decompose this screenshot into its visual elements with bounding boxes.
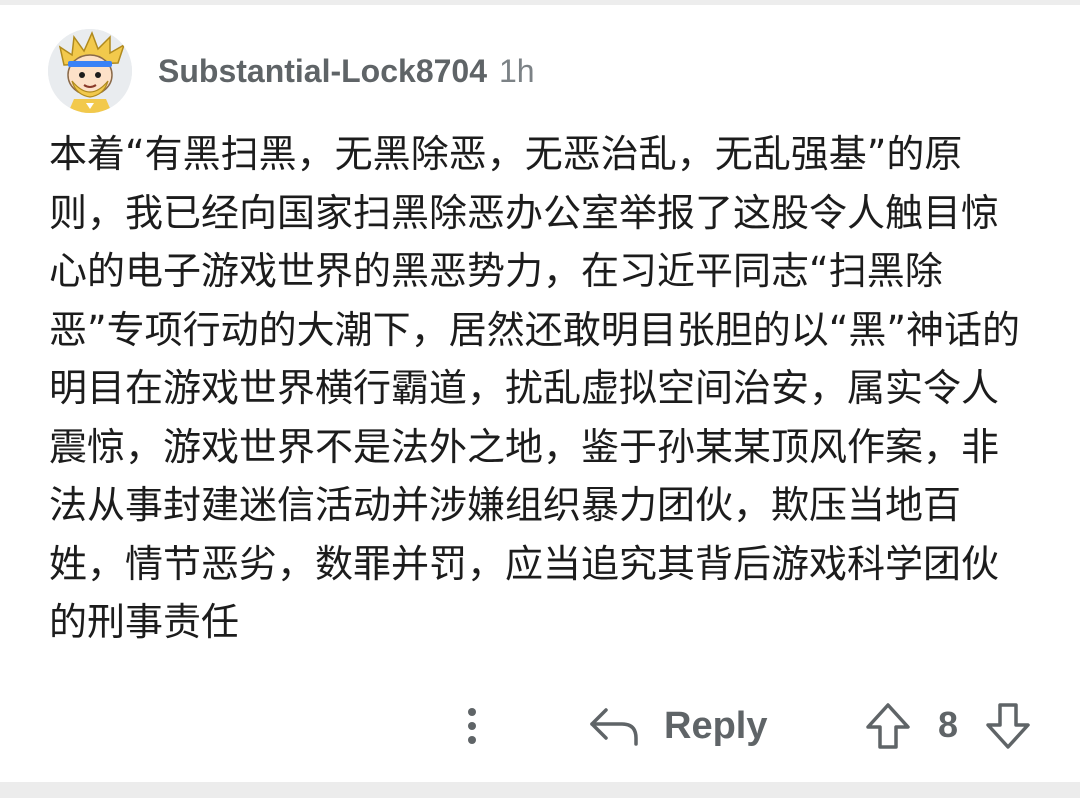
downvote-button[interactable] — [982, 698, 1034, 754]
more-options-button[interactable] — [452, 698, 492, 754]
author-username[interactable]: Substantial-Lock8704 — [158, 53, 487, 90]
bottom-divider — [0, 782, 1080, 798]
avatar[interactable] — [48, 29, 132, 113]
comment-action-bar: Reply 8 — [0, 690, 1080, 762]
comment-header: Substantial-Lock8704 1h — [48, 29, 535, 113]
vote-count: 8 — [937, 704, 959, 745]
more-vertical-icon — [468, 708, 476, 744]
reply-arrow-icon — [590, 708, 638, 746]
reply-label: Reply — [664, 704, 768, 747]
upvote-arrow-icon — [866, 703, 910, 749]
upvote-button[interactable] — [862, 698, 914, 754]
comment-text: 本着“有黑扫黑，无黑除恶，无恶治乱，无乱强基”的原则，我已经向国家扫黑除恶办公室… — [49, 132, 1021, 644]
downvote-arrow-icon — [986, 703, 1030, 749]
cartoon-avatar-icon — [48, 29, 132, 113]
reply-button[interactable]: Reply — [588, 696, 767, 756]
top-divider — [0, 0, 1080, 5]
comment-timestamp: 1h — [499, 52, 535, 89]
